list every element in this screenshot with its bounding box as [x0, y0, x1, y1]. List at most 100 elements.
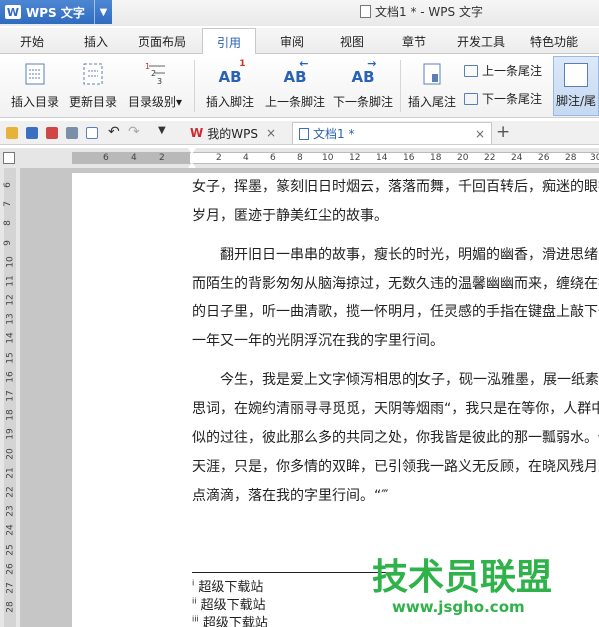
vertical-ruler[interactable]: 6 7 8 9 10 11 12 13 14 15 16 17 18 19 20… [0, 168, 20, 627]
save-icon[interactable] [26, 127, 38, 139]
ruler-number: 19 [5, 428, 16, 440]
open-folder-icon[interactable] [6, 127, 18, 139]
tab-features[interactable]: 特色功能 [530, 33, 578, 50]
close-icon[interactable]: × [475, 127, 485, 141]
footnote[interactable]: ii 超级下载站 [192, 594, 266, 613]
app-name: WPS 文字 [26, 5, 85, 20]
tab-developer[interactable]: 开发工具 [457, 33, 505, 50]
ruler-number: 16 [403, 153, 415, 163]
insert-endnote-button[interactable]: 插入尾注 [404, 54, 460, 118]
next-endnote-button[interactable]: 下一条尾注 [464, 90, 542, 107]
ruler-number: 14 [5, 332, 16, 344]
tab-chapter[interactable]: 章节 [402, 33, 426, 50]
watermark-title: 技术员联盟 [372, 557, 553, 598]
ruler-number: 23 [5, 505, 16, 517]
ruler-number: 8 [297, 153, 303, 163]
undo-icon[interactable]: ↶ [108, 124, 120, 140]
ruler-number: 15 [5, 352, 16, 364]
text-line: 女子，挥墨，篆刻旧日时烟云，落落而舞，千回百转后，痴迷的眼神， [192, 179, 599, 195]
footnote-endnote-icon [564, 63, 588, 87]
ruler-number: 4 [131, 153, 137, 163]
ruler-number: 10 [322, 153, 334, 163]
insert-toc-button[interactable]: 插入目录 [6, 54, 64, 118]
toc-icon [6, 60, 64, 86]
ruler-number: 12 [5, 294, 16, 306]
ruler-number: 17 [5, 390, 16, 402]
prev-endnote-button[interactable]: 上一条尾注 [464, 62, 542, 79]
ruler-number: 26 [538, 153, 550, 163]
redo-icon[interactable]: ↷ [128, 124, 140, 140]
text-line-with-caret[interactable]: 今生，我是爱上文字倾泻相思的女子，砚一泓雅墨，展一纸素笺 [192, 366, 599, 395]
ruler-number: 7 [2, 201, 13, 207]
ruler-number: 22 [484, 153, 496, 163]
text-line: 天涯，只是，你多情的双眸，已引领我一路义无反顾，在晓风残月里 [192, 459, 599, 475]
close-icon[interactable]: × [266, 126, 276, 140]
ruler-number: 16 [5, 371, 16, 383]
next-footnote-icon: AB → [351, 57, 377, 86]
footnote-endnote-label: 脚注/尾 [556, 94, 597, 108]
ruler-number: 27 [5, 582, 16, 594]
wps-icon: W [190, 126, 204, 140]
update-toc-button[interactable]: 更新目录 [66, 54, 120, 118]
toc-level-dropdown[interactable]: 123 目录级别▾ [124, 54, 186, 118]
app-menu-button[interactable]: W WPS 文字 ▼ [0, 0, 112, 24]
window-title: 文档1 * - WPS 文字 [360, 3, 483, 20]
ruler-number: 28 [5, 601, 16, 613]
indent-marker[interactable] [188, 148, 196, 154]
footnote-mark: ii [192, 596, 197, 606]
ruler-number: 2 [159, 153, 165, 163]
text-segment: 女子，砚一泓雅墨，展一纸素笺 [417, 372, 599, 388]
prev-endnote-label: 上一条尾注 [482, 64, 543, 78]
text-line: 而陌生的背影匆匆从脑海掠过，无数久违的温馨幽幽而来，缠绕在指 [192, 276, 599, 292]
title-bar: W WPS 文字 ▼ 文档1 * - WPS 文字 [0, 0, 599, 26]
print-icon[interactable] [66, 127, 78, 139]
chevron-down-icon: ▾ [175, 95, 183, 109]
next-footnote-button[interactable]: AB → 下一条脚注 [330, 54, 396, 118]
ruler-number: 24 [5, 524, 16, 536]
tab-my-wps[interactable]: W 我的WPS × [184, 122, 282, 144]
tab-document1[interactable]: 文档1 * × [292, 122, 492, 144]
document-icon [360, 5, 371, 18]
footnote[interactable]: iii 超级下载站 [192, 612, 268, 627]
text-line: 点滴滴，落在我的字里行间。“‴ [192, 488, 389, 504]
customize-toolbar-icon[interactable]: ▼ [158, 125, 166, 136]
tab-stop-selector[interactable] [3, 152, 15, 164]
tab-references[interactable]: 引用 [202, 28, 257, 55]
ribbon-toolbar: 插入目录 更新目录 123 目录级别▾ AB 1 插入脚注 AB ← 上一条脚注 A… [0, 54, 599, 118]
prev-footnote-button[interactable]: AB ← 上一条脚注 [262, 54, 328, 118]
ruler-number: 12 [349, 153, 361, 163]
ruler-number: 20 [5, 448, 16, 460]
divider [194, 60, 195, 112]
tab-start[interactable]: 开始 [20, 33, 44, 50]
insert-footnote-button[interactable]: AB 1 插入脚注 [202, 54, 258, 118]
tab-page-layout[interactable]: 页面布局 [138, 33, 186, 50]
ruler-number: 26 [5, 563, 16, 575]
chevron-down-icon[interactable]: ▼ [94, 0, 112, 24]
export-pdf-icon[interactable] [46, 127, 58, 139]
new-tab-button[interactable]: + [496, 122, 510, 142]
ruler-number: 21 [5, 467, 16, 479]
footnote-icon-sup: 1 [239, 59, 246, 69]
footnote[interactable]: i 超级下载站 [192, 576, 263, 595]
print-preview-icon[interactable] [86, 127, 98, 139]
svg-text:3: 3 [157, 77, 162, 86]
tab-review[interactable]: 审阅 [280, 33, 304, 50]
insert-footnote-label: 插入脚注 [205, 95, 254, 109]
ruler-number: 6 [2, 182, 13, 188]
horizontal-ruler[interactable]: 6 4 2 2 4 6 8 10 12 14 16 18 20 22 24 26… [0, 148, 599, 168]
ruler-number: 6 [103, 153, 109, 163]
insert-toc-label: 插入目录 [10, 95, 59, 109]
ruler-number: 20 [457, 153, 469, 163]
footnote-icon-text: AB [218, 68, 242, 86]
tab-document1-label: 文档1 * [313, 127, 355, 141]
update-toc-label: 更新目录 [68, 95, 117, 109]
ruler-number: 13 [5, 313, 16, 325]
tab-insert[interactable]: 插入 [84, 33, 108, 50]
tab-view[interactable]: 视图 [340, 33, 364, 50]
insert-endnote-label: 插入尾注 [407, 95, 456, 109]
endnote-icon [404, 60, 460, 86]
footnote-endnote-button[interactable]: 脚注/尾 [553, 56, 599, 116]
ruler-number: 28 [565, 153, 577, 163]
ruler-number: 8 [2, 220, 13, 226]
watermark: 技术员联盟 www.jsgho.com [372, 557, 553, 617]
